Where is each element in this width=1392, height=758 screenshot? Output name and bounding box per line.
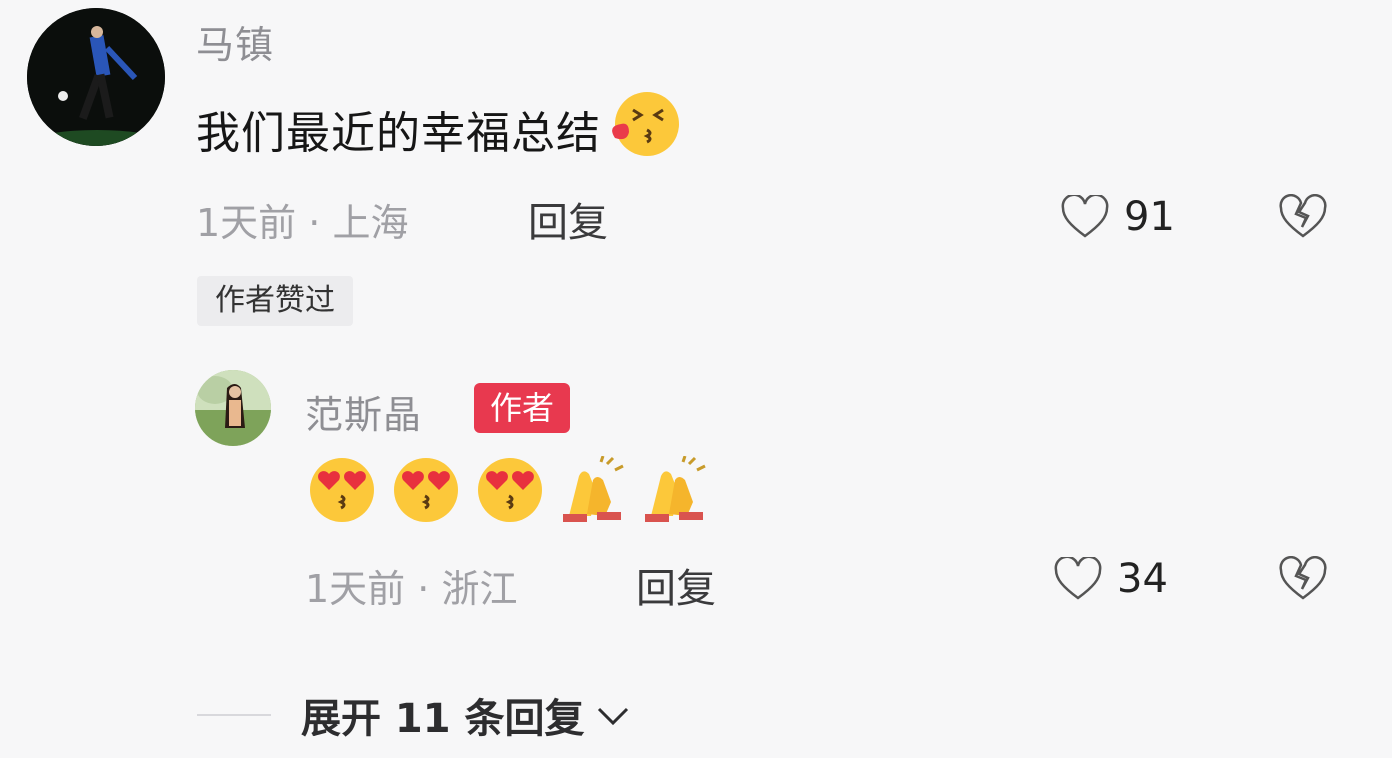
author-badge: 作者 (474, 383, 571, 433)
dislike-button[interactable] (1278, 556, 1328, 606)
like-button[interactable]: 34 (1053, 556, 1168, 602)
dislike-button[interactable] (1278, 194, 1328, 244)
meta-separator: · (417, 567, 430, 611)
chevron-down-icon (597, 707, 628, 726)
comment-time: 1天前 (196, 201, 297, 245)
comment-text-content: 我们最近的幸福总结 (196, 107, 601, 159)
comment-emojis (305, 456, 711, 524)
expand-replies-button[interactable]: 展开 11 条回复 (197, 686, 631, 744)
avatar[interactable] (27, 8, 165, 146)
heart-eyes-kiss-icon (394, 458, 458, 522)
expand-replies-label: 展开 11 条回复 (301, 696, 585, 742)
heart-outline-icon (1054, 557, 1102, 600)
like-count: 34 (1117, 556, 1168, 602)
author-liked-tag: 作者赞过 (197, 276, 353, 326)
comment-time: 1天前 (305, 567, 406, 611)
avatar[interactable] (195, 370, 271, 446)
like-count: 91 (1124, 194, 1175, 240)
like-button[interactable]: 91 (1060, 194, 1175, 240)
broken-heart-icon (1279, 556, 1327, 600)
clapping-hands-icon (563, 456, 624, 522)
reply-button[interactable]: 回复 (528, 190, 608, 248)
kiss-blow-icon (607, 88, 683, 169)
comment-text: 我们最近的幸福总结 (196, 88, 683, 169)
heart-eyes-kiss-icon (310, 458, 374, 522)
broken-heart-icon (1279, 194, 1327, 238)
clapping-hands-icon (645, 456, 706, 522)
comment-meta: 1天前 · 上海 (196, 192, 408, 247)
heart-outline-icon (1061, 195, 1109, 238)
heart-eyes-kiss-icon (478, 458, 542, 522)
reply-button[interactable]: 回复 (636, 556, 716, 614)
comment-location: 上海 (332, 201, 409, 245)
username[interactable]: 范斯晶 (305, 384, 422, 439)
divider (197, 714, 271, 716)
comment-meta: 1天前 · 浙江 (305, 558, 517, 613)
comment-location: 浙江 (441, 567, 518, 611)
username[interactable]: 马镇 (196, 14, 274, 69)
meta-separator: · (308, 201, 321, 245)
